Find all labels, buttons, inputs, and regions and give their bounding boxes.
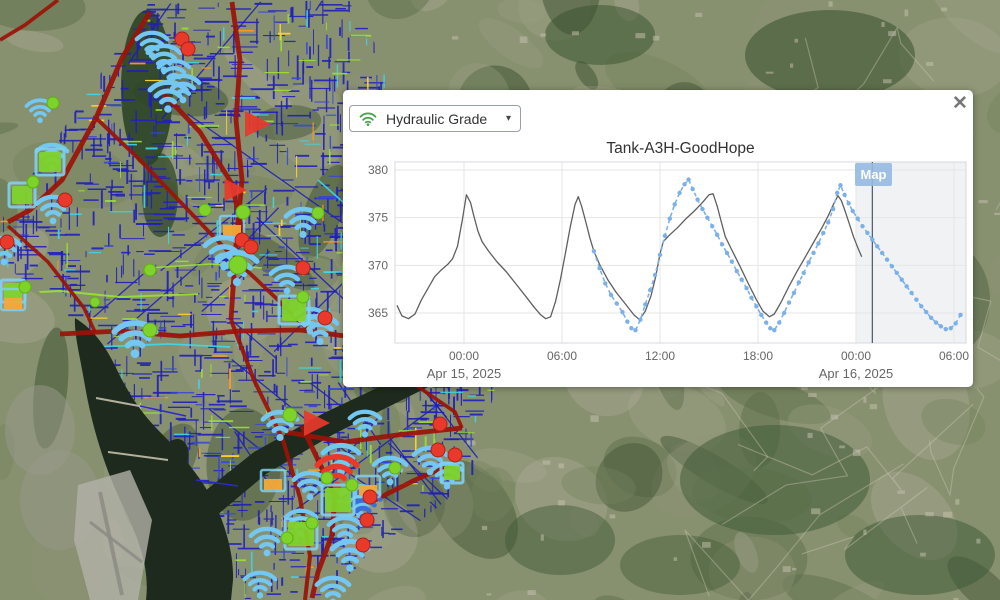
red-dot-marker[interactable] — [433, 417, 447, 431]
close-icon[interactable]: ✕ — [947, 91, 973, 117]
caret-down-icon: ▾ — [506, 113, 511, 124]
red-dot-marker[interactable] — [360, 513, 374, 527]
green-dot-marker[interactable] — [346, 479, 358, 491]
green-dot-marker[interactable] — [229, 256, 247, 274]
red-dot-marker[interactable] — [431, 443, 445, 457]
y-axis-label: 375 — [368, 211, 388, 225]
red-dot-marker[interactable] — [296, 261, 310, 275]
observed-series-line — [397, 194, 862, 320]
red-dot-marker[interactable] — [356, 538, 370, 552]
green-dot-marker[interactable] — [312, 207, 324, 219]
x-axis-date-label: Apr 16, 2025 — [819, 366, 893, 381]
red-dot-marker[interactable] — [363, 490, 377, 504]
green-dot-marker[interactable] — [281, 532, 293, 544]
green-dot-marker[interactable] — [199, 204, 211, 216]
green-dot-marker[interactable] — [283, 408, 297, 422]
parameter-dropdown-label: Hydraulic Grade — [386, 111, 487, 127]
green-dot-marker[interactable] — [389, 462, 401, 474]
green-dot-marker[interactable] — [144, 264, 156, 276]
x-axis-label: 18:00 — [743, 349, 773, 363]
app-window: 365 370 375 380 00:00 06:00 12:00 18:00 00:00 06:… — [0, 0, 1000, 600]
map-badge[interactable]: Map — [855, 163, 892, 186]
red-dot-marker[interactable] — [58, 193, 72, 207]
green-dot-marker[interactable] — [90, 297, 100, 307]
green-dot-marker[interactable] — [297, 291, 309, 303]
y-axis-label: 365 — [368, 306, 388, 320]
green-dot-marker[interactable] — [236, 205, 250, 219]
x-axis-date-label: Apr 15, 2025 — [427, 366, 501, 381]
x-axis-label: 00:00 — [841, 349, 871, 363]
green-square-marker[interactable] — [36, 149, 64, 175]
green-dot-marker[interactable] — [321, 472, 333, 484]
red-dot-marker[interactable] — [318, 311, 332, 325]
green-dot-marker[interactable] — [27, 176, 39, 188]
red-dot-marker[interactable] — [181, 42, 195, 56]
hydraulic-grade-popup: 365 370 375 380 00:00 06:00 12:00 18:00 00:00 06:… — [343, 90, 973, 387]
x-axis-label: 06:00 — [939, 349, 969, 363]
x-axis-label: 06:00 — [547, 349, 577, 363]
x-axis-label: 00:00 — [449, 349, 479, 363]
y-axis-label: 380 — [368, 163, 388, 177]
chart-title: Tank-A3H-GoodHope — [606, 140, 754, 157]
green-dot-marker[interactable] — [306, 517, 318, 529]
green-dot-marker[interactable] — [19, 281, 31, 293]
timeseries-chart-canvas[interactable]: 365 370 375 380 00:00 06:00 12:00 18:00 00:00 06:… — [343, 90, 973, 387]
red-dot-marker[interactable] — [244, 240, 258, 254]
red-dot-marker[interactable] — [448, 448, 462, 462]
parameter-dropdown[interactable]: Hydraulic Grade ▾ — [349, 105, 521, 132]
green-dot-marker[interactable] — [143, 323, 157, 337]
red-dot-marker[interactable] — [0, 235, 14, 249]
y-axis-label: 370 — [368, 258, 388, 272]
green-dot-marker[interactable] — [47, 97, 59, 109]
wifi-icon — [359, 111, 377, 126]
x-axis-label: 12:00 — [645, 349, 675, 363]
